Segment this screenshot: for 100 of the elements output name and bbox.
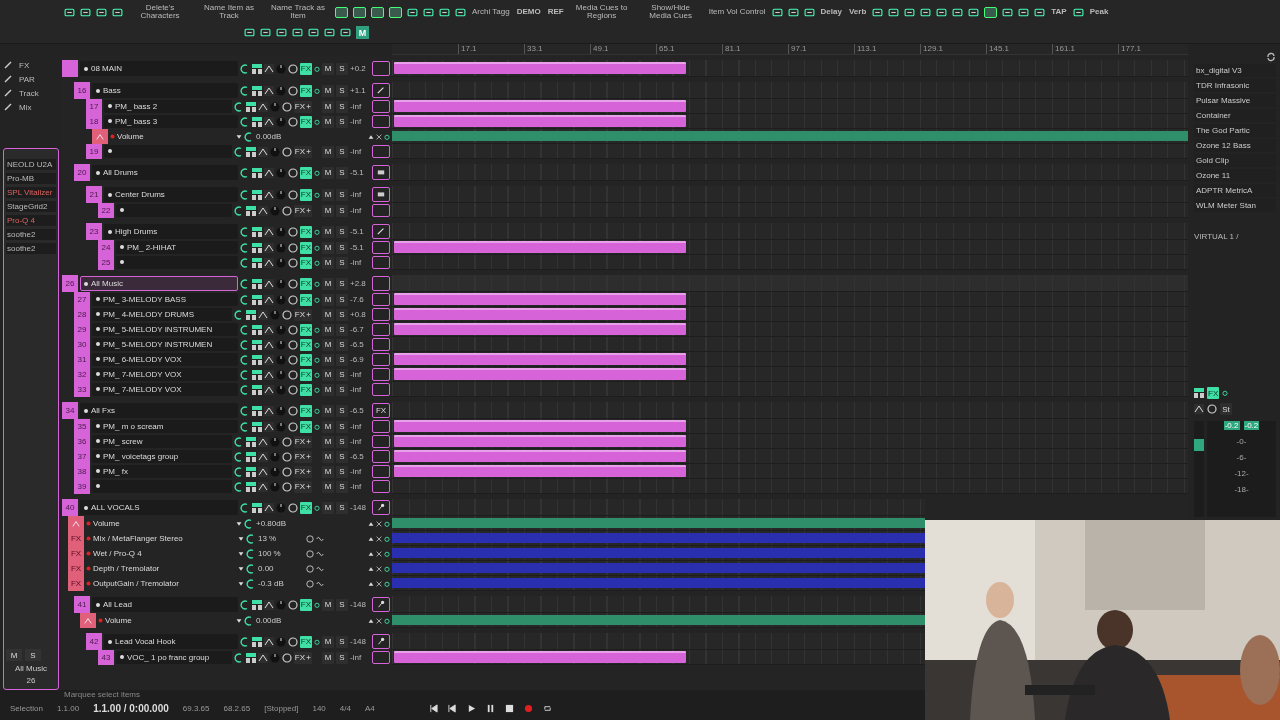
toolbar-icon[interactable] [80,6,91,18]
toolbar-icon[interactable] [920,6,932,18]
toolbar-button[interactable]: Delete's Characters [128,4,192,20]
mute-button[interactable]: M [322,241,334,254]
envelope-button[interactable] [257,309,268,320]
fx-button[interactable]: FX [1207,387,1220,399]
solo-button[interactable]: S [336,368,348,381]
envelope-button[interactable] [263,339,274,350]
volume-knob[interactable] [287,116,298,127]
refresh-icon[interactable] [1266,52,1276,62]
solo-button[interactable]: S [336,383,348,396]
track-name-field[interactable]: PM_ 5-MELODY INSTRUMEN [92,337,238,352]
volume-knob[interactable] [287,294,298,305]
pan-knob[interactable] [269,652,280,663]
strip-button[interactable]: M [6,649,22,661]
mute-button[interactable]: M [322,308,334,321]
toolbar-button[interactable]: Peak [1088,8,1110,16]
solo-button[interactable]: S [336,450,348,463]
routing-button[interactable] [251,324,262,335]
track-name-field[interactable] [92,479,232,494]
fx-button[interactable]: FX [299,383,312,396]
solo-button[interactable]: S [336,145,348,158]
solo-button[interactable]: S [336,277,348,290]
track-lane[interactable] [392,434,1188,449]
routing-button[interactable] [245,466,256,477]
routing-button[interactable] [251,63,262,74]
mute-button[interactable]: M [322,383,334,396]
track-name-field[interactable]: All Lead [92,596,238,613]
fx-button[interactable]: FX [299,115,312,128]
track-lane[interactable] [392,596,925,613]
mute-button[interactable]: M [322,293,334,306]
pan-knob[interactable] [275,226,286,237]
solo-button[interactable]: S [336,84,348,97]
tool-label[interactable]: Track [19,88,59,98]
routing-button[interactable] [251,421,262,432]
envelope-button[interactable] [263,636,274,647]
toolbar-icon[interactable] [1072,6,1084,18]
track-lane[interactable] [392,419,1188,434]
fx-button[interactable]: FX [299,368,312,381]
fx-button[interactable]: FX [299,338,312,351]
mute-button[interactable]: M [322,188,334,201]
routing-button[interactable] [245,309,256,320]
routing-button[interactable] [245,436,256,447]
envelope-button[interactable] [257,466,268,477]
routing-button[interactable] [251,278,262,289]
pan-knob[interactable] [275,369,286,380]
volume-knob[interactable] [281,436,292,447]
fx-button[interactable]: FX [299,225,312,238]
routing-button[interactable] [251,369,262,380]
volume-knob[interactable] [287,405,298,416]
pan-knob[interactable] [275,116,286,127]
solo-button[interactable]: S [336,308,348,321]
mute-button[interactable]: M [322,62,334,75]
envelope-button[interactable] [263,278,274,289]
solo-button[interactable]: S [336,338,348,351]
track-lane[interactable] [392,402,1188,419]
track-lane[interactable] [392,99,1188,114]
solo-button[interactable]: S [336,435,348,448]
envelope-button[interactable] [257,205,268,216]
mute-button[interactable]: M [322,166,334,179]
toolbar-icon[interactable] [1034,6,1046,18]
toolbar-icon[interactable] [455,6,466,18]
envelope-button[interactable] [257,451,268,462]
solo-button[interactable]: S [336,204,348,217]
fx-button[interactable]: FX [293,204,312,217]
track-lane[interactable] [392,367,1188,382]
pan-knob[interactable] [269,309,280,320]
envelope-button[interactable] [257,146,268,157]
solo-button[interactable]: S [336,225,348,238]
routing-button[interactable] [251,384,262,395]
toolbar-icon[interactable] [952,6,964,18]
pan-knob[interactable] [275,189,286,200]
tool-label[interactable]: FX [19,60,59,70]
fx-button[interactable]: FX [299,84,312,97]
strip-button[interactable]: S [25,649,41,661]
volume-knob[interactable] [287,599,298,610]
solo-button[interactable]: S [336,166,348,179]
toolbar-icon[interactable] [292,27,303,38]
pan-knob[interactable] [275,324,286,335]
envelope-button[interactable] [263,116,274,127]
volume-knob[interactable] [287,354,298,365]
pan-knob[interactable] [275,85,286,96]
toolbar-icon[interactable] [787,6,799,18]
toggle-button[interactable] [353,6,366,18]
envelope-button[interactable] [263,599,274,610]
volume-knob[interactable] [287,636,298,647]
mute-button[interactable]: M [322,277,334,290]
toolbar-icon[interactable] [904,6,916,18]
pan-knob[interactable] [275,63,286,74]
routing-button[interactable] [251,405,262,416]
solo-button[interactable]: S [336,256,348,269]
volume-knob[interactable] [287,278,298,289]
fx-button[interactable]: FX [299,277,312,290]
toolbar-icon[interactable] [888,6,900,18]
pan-knob[interactable] [275,278,286,289]
fx-button[interactable]: FX [293,450,312,463]
routing-button[interactable] [245,146,256,157]
fx-button[interactable]: FX [299,62,312,75]
previous-icon[interactable] [447,703,457,713]
mute-button[interactable]: M [322,450,334,463]
